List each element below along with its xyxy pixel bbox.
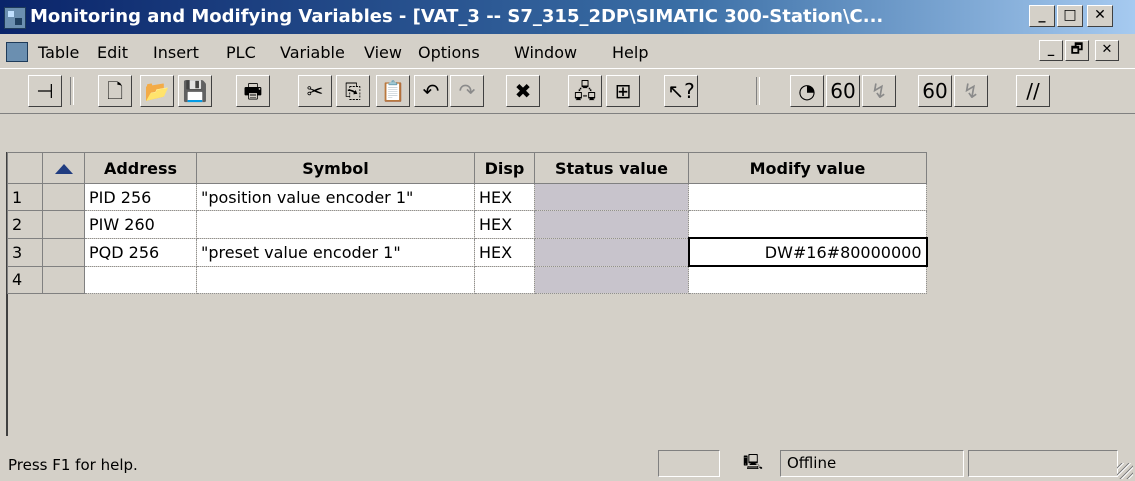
- disp-cell[interactable]: HEX: [474, 210, 535, 239]
- new-icon[interactable]: 🗋: [98, 75, 132, 107]
- connection-status: Offline: [780, 450, 964, 477]
- modify-icon[interactable]: ↯: [862, 75, 896, 107]
- toolbar: ⊣ 🗋 📂 💾 🖶 ✂ ⎘ 📋 ↶ ↷ ✖ 🖧 ⊞ ↖? ◔ 60 ↯ 60 ↯…: [0, 68, 1135, 114]
- menu-plc[interactable]: PLC: [226, 43, 256, 62]
- menu-bar: Table Edit Insert PLC Variable View Opti…: [0, 34, 1135, 68]
- menu-insert[interactable]: Insert: [153, 43, 199, 62]
- row-selector[interactable]: [42, 265, 85, 294]
- print-icon[interactable]: 🖶: [236, 75, 270, 107]
- status-pane-empty: [658, 450, 720, 477]
- menu-view[interactable]: View: [364, 43, 402, 62]
- header-modify-value[interactable]: Modify value: [688, 152, 927, 184]
- header-disp[interactable]: Disp: [474, 152, 535, 184]
- pin-icon[interactable]: ⊣: [28, 75, 62, 107]
- connect-icon[interactable]: 🖧: [568, 75, 602, 107]
- delete-icon[interactable]: ✖: [506, 75, 540, 107]
- menu-window[interactable]: Window: [514, 43, 577, 62]
- simatic-app-icon[interactable]: [4, 7, 26, 29]
- monitor-icon[interactable]: 60: [826, 75, 860, 107]
- menu-help[interactable]: Help: [612, 43, 648, 62]
- header-address[interactable]: Address: [84, 152, 197, 184]
- disp-cell[interactable]: HEX: [474, 183, 535, 211]
- trigger-icon[interactable]: ◔: [790, 75, 824, 107]
- open-icon[interactable]: 📂: [140, 75, 174, 107]
- modify-value-cell[interactable]: [688, 183, 927, 211]
- disconnect-icon[interactable]: ⊞: [606, 75, 640, 107]
- status-bar: Press F1 for help. 🖳 Offline: [0, 446, 1135, 481]
- sort-icon: [54, 164, 73, 174]
- copy-icon[interactable]: ⎘: [336, 75, 370, 107]
- row-selector[interactable]: [42, 210, 85, 239]
- menu-table[interactable]: Table: [38, 43, 79, 62]
- row-selector[interactable]: [42, 237, 85, 267]
- menu-edit[interactable]: Edit: [97, 43, 128, 62]
- table-row[interactable]: 3 PQD 256 "preset value encoder 1" HEX D…: [7, 237, 928, 267]
- status-value-cell: [534, 237, 689, 267]
- modify-once-icon[interactable]: ↯: [954, 75, 988, 107]
- help-cursor-icon[interactable]: ↖?: [664, 75, 698, 107]
- symbol-cell[interactable]: "preset value encoder 1": [196, 237, 475, 267]
- status-help-text: Press F1 for help.: [8, 456, 138, 474]
- status-value-cell: [534, 210, 689, 239]
- row-selector[interactable]: [42, 183, 85, 211]
- table-header-row: Address Symbol Disp Status value Modify …: [7, 152, 927, 184]
- status-value-cell: [534, 265, 689, 294]
- save-icon[interactable]: 💾: [178, 75, 212, 107]
- close-button[interactable]: ✕: [1087, 5, 1113, 27]
- corner-cell[interactable]: [7, 152, 43, 184]
- address-cell[interactable]: PIW 260: [84, 210, 197, 239]
- paste-icon[interactable]: 📋: [376, 75, 410, 107]
- disp-cell[interactable]: HEX: [474, 237, 535, 267]
- force-icon[interactable]: //: [1016, 75, 1050, 107]
- cut-icon[interactable]: ✂: [298, 75, 332, 107]
- title-bar: Monitoring and Modifying Variables - [VA…: [0, 0, 1135, 34]
- row-number[interactable]: 1: [7, 183, 43, 211]
- menu-options[interactable]: Options: [418, 43, 480, 62]
- status-value-cell: [534, 183, 689, 211]
- status-pane-extra: [968, 450, 1118, 477]
- computer-icon: 🖳: [742, 453, 763, 471]
- header-status-value[interactable]: Status value: [534, 152, 689, 184]
- symbol-cell[interactable]: "position value encoder 1": [196, 183, 475, 211]
- symbol-cell[interactable]: [196, 210, 475, 239]
- resize-grip-icon[interactable]: [1117, 463, 1133, 479]
- modify-value-cell[interactable]: DW#16#80000000: [687, 237, 928, 267]
- row-number[interactable]: 2: [7, 210, 43, 239]
- monitor-once-icon[interactable]: 60: [918, 75, 952, 107]
- address-cell[interactable]: PID 256: [84, 183, 197, 211]
- redo-icon[interactable]: ↷: [450, 75, 484, 107]
- sort-header[interactable]: [42, 152, 85, 184]
- table-row[interactable]: 2 PIW 260 HEX: [7, 210, 927, 239]
- mdi-minimize-button[interactable]: _: [1039, 40, 1063, 61]
- document-icon[interactable]: [6, 42, 28, 62]
- header-symbol[interactable]: Symbol: [196, 152, 475, 184]
- modify-value-cell[interactable]: [688, 210, 927, 239]
- address-cell[interactable]: PQD 256: [84, 237, 197, 267]
- row-number[interactable]: 3: [7, 237, 43, 267]
- toolbar-separator: [756, 77, 760, 105]
- modify-value-cell[interactable]: [688, 265, 927, 294]
- symbol-cell[interactable]: [196, 265, 475, 294]
- maximize-button[interactable]: □: [1057, 5, 1083, 27]
- window-title: Monitoring and Modifying Variables - [VA…: [30, 6, 884, 27]
- menu-variable[interactable]: Variable: [280, 43, 345, 62]
- row-number[interactable]: 4: [7, 265, 43, 294]
- address-cell[interactable]: [84, 265, 197, 294]
- variable-table: Address Symbol Disp Status value Modify …: [7, 152, 928, 294]
- disp-cell[interactable]: [474, 265, 535, 294]
- undo-icon[interactable]: ↶: [414, 75, 448, 107]
- mdi-restore-button[interactable]: 🗗: [1065, 40, 1089, 61]
- mdi-close-button[interactable]: ✕: [1095, 40, 1119, 61]
- toolbar-separator: [70, 77, 74, 105]
- table-row[interactable]: 1 PID 256 "position value encoder 1" HEX: [7, 183, 927, 211]
- minimize-button[interactable]: _: [1029, 5, 1055, 27]
- table-row[interactable]: 4: [7, 265, 927, 294]
